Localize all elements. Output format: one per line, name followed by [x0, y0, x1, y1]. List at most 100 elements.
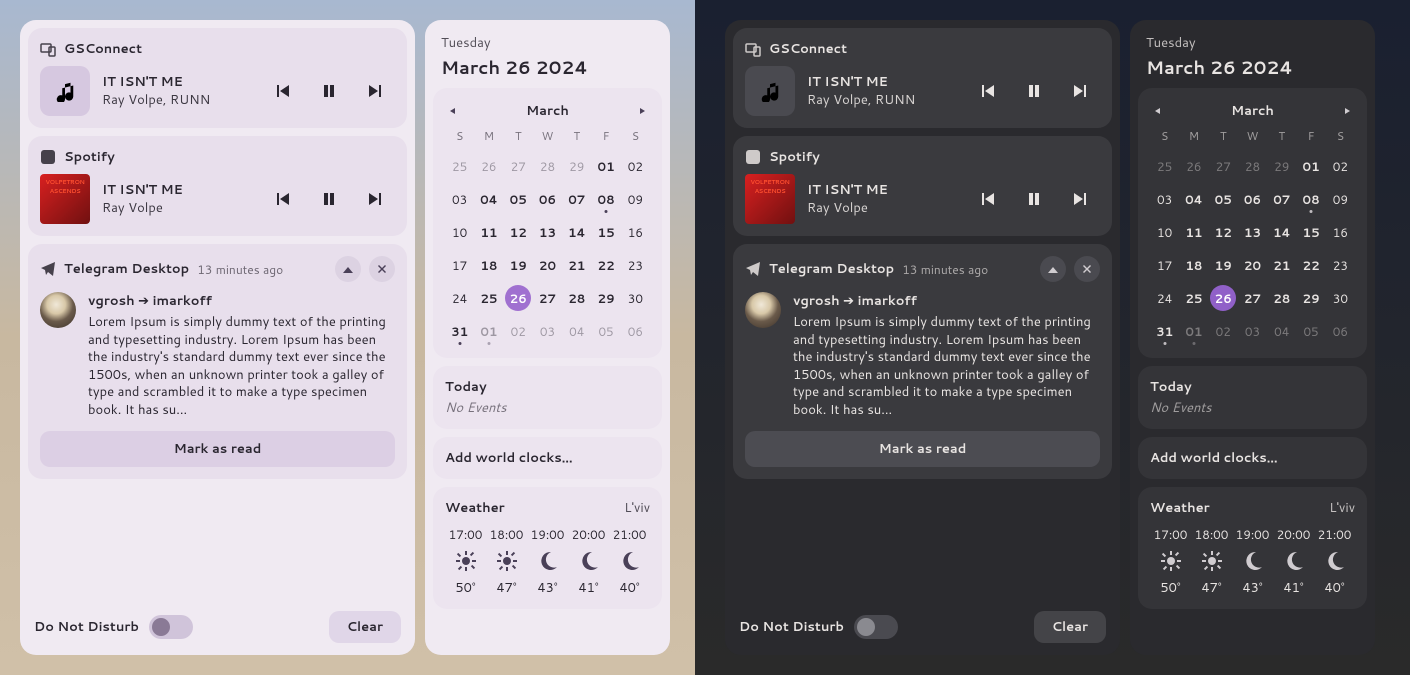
- calendar-day[interactable]: 24: [1152, 285, 1178, 311]
- calendar-day[interactable]: 04: [1181, 186, 1207, 212]
- calendar-day[interactable]: 04: [1269, 318, 1295, 344]
- calendar-day[interactable]: 14: [1269, 219, 1295, 245]
- calendar-day[interactable]: 12: [1210, 219, 1236, 245]
- calendar-day[interactable]: 13: [1239, 219, 1265, 245]
- mark-as-read-button[interactable]: Mark as read: [745, 431, 1100, 467]
- calendar-day[interactable]: 12: [505, 219, 531, 245]
- collapse-button[interactable]: [1040, 256, 1066, 282]
- calendar-day[interactable]: 02: [1327, 153, 1353, 179]
- calendar-day[interactable]: 01: [476, 318, 502, 344]
- calendar-day[interactable]: 24: [447, 285, 473, 311]
- calendar-day[interactable]: 03: [1239, 318, 1265, 344]
- calendar-day[interactable]: 29: [1298, 285, 1324, 311]
- mark-as-read-button[interactable]: Mark as read: [40, 431, 395, 467]
- calendar-day[interactable]: 22: [1298, 252, 1324, 278]
- calendar-day[interactable]: 01: [1181, 318, 1207, 344]
- calendar-day[interactable]: 09: [1327, 186, 1353, 212]
- calendar-day[interactable]: 22: [593, 252, 619, 278]
- calendar-day[interactable]: 30: [1327, 285, 1353, 311]
- next-button[interactable]: [365, 189, 385, 209]
- calendar-day[interactable]: 07: [564, 186, 590, 212]
- calendar-day[interactable]: 23: [622, 252, 648, 278]
- calendar-day[interactable]: 10: [447, 219, 473, 245]
- calendar-day[interactable]: 27: [1210, 153, 1236, 179]
- calendar-day[interactable]: 13: [534, 219, 560, 245]
- calendar-day[interactable]: 09: [622, 186, 648, 212]
- calendar-day[interactable]: 21: [1269, 252, 1295, 278]
- calendar-day[interactable]: 08: [593, 186, 619, 212]
- calendar-day[interactable]: 21: [564, 252, 590, 278]
- next-button[interactable]: [365, 81, 385, 101]
- calendar-day[interactable]: 04: [564, 318, 590, 344]
- pause-button[interactable]: [319, 81, 339, 101]
- pause-button[interactable]: [1024, 81, 1044, 101]
- calendar-day[interactable]: 29: [564, 153, 590, 179]
- close-button[interactable]: [369, 256, 395, 282]
- calendar-next-button[interactable]: [634, 103, 650, 119]
- calendar-day[interactable]: 02: [622, 153, 648, 179]
- calendar-day[interactable]: 18: [1181, 252, 1207, 278]
- calendar-prev-button[interactable]: [445, 103, 461, 119]
- calendar-day[interactable]: 20: [1239, 252, 1265, 278]
- close-button[interactable]: [1074, 256, 1100, 282]
- clear-button[interactable]: Clear: [1034, 611, 1106, 643]
- calendar-day[interactable]: 26: [476, 153, 502, 179]
- calendar-day[interactable]: 02: [1210, 318, 1236, 344]
- calendar-day[interactable]: 30: [622, 285, 648, 311]
- calendar-day[interactable]: 25: [1181, 285, 1207, 311]
- calendar-day[interactable]: 26: [1181, 153, 1207, 179]
- calendar-day[interactable]: 31: [447, 318, 473, 344]
- calendar-day[interactable]: 25: [1152, 153, 1178, 179]
- calendar-day[interactable]: 08: [1298, 186, 1324, 212]
- calendar-day[interactable]: 07: [1269, 186, 1295, 212]
- calendar-day[interactable]: 02: [505, 318, 531, 344]
- calendar-day[interactable]: 26: [1210, 285, 1236, 311]
- prev-button[interactable]: [273, 189, 293, 209]
- prev-button[interactable]: [978, 189, 998, 209]
- add-world-clocks-button[interactable]: Add world clocks…: [1138, 437, 1367, 479]
- calendar-day[interactable]: 18: [476, 252, 502, 278]
- calendar-day[interactable]: 29: [1269, 153, 1295, 179]
- calendar-day[interactable]: 19: [1210, 252, 1236, 278]
- prev-button[interactable]: [273, 81, 293, 101]
- clear-button[interactable]: Clear: [329, 611, 401, 643]
- calendar-prev-button[interactable]: [1150, 103, 1166, 119]
- calendar-day[interactable]: 06: [1239, 186, 1265, 212]
- calendar-day[interactable]: 27: [1239, 285, 1265, 311]
- prev-button[interactable]: [978, 81, 998, 101]
- calendar-day[interactable]: 05: [1210, 186, 1236, 212]
- calendar-day[interactable]: 04: [476, 186, 502, 212]
- calendar-day[interactable]: 26: [505, 285, 531, 311]
- calendar-day[interactable]: 16: [1327, 219, 1353, 245]
- calendar-day[interactable]: 27: [505, 153, 531, 179]
- calendar-day[interactable]: 28: [1239, 153, 1265, 179]
- calendar-day[interactable]: 25: [447, 153, 473, 179]
- calendar-day[interactable]: 20: [534, 252, 560, 278]
- calendar-day[interactable]: 01: [1298, 153, 1324, 179]
- calendar-day[interactable]: 06: [1327, 318, 1353, 344]
- pause-button[interactable]: [319, 189, 339, 209]
- calendar-day[interactable]: 11: [476, 219, 502, 245]
- calendar-day[interactable]: 11: [1181, 219, 1207, 245]
- calendar-day[interactable]: 05: [505, 186, 531, 212]
- calendar-day[interactable]: 17: [447, 252, 473, 278]
- calendar-day[interactable]: 05: [1298, 318, 1324, 344]
- calendar-day[interactable]: 28: [1269, 285, 1295, 311]
- dnd-toggle[interactable]: [149, 615, 193, 639]
- calendar-day[interactable]: 05: [593, 318, 619, 344]
- calendar-day[interactable]: 29: [593, 285, 619, 311]
- calendar-day[interactable]: 10: [1152, 219, 1178, 245]
- calendar-day[interactable]: 03: [1152, 186, 1178, 212]
- calendar-day[interactable]: 14: [564, 219, 590, 245]
- calendar-day[interactable]: 27: [534, 285, 560, 311]
- calendar-day[interactable]: 15: [593, 219, 619, 245]
- calendar-day[interactable]: 03: [447, 186, 473, 212]
- calendar-day[interactable]: 03: [534, 318, 560, 344]
- calendar-day[interactable]: 17: [1152, 252, 1178, 278]
- next-button[interactable]: [1070, 81, 1090, 101]
- calendar-next-button[interactable]: [1339, 103, 1355, 119]
- pause-button[interactable]: [1024, 189, 1044, 209]
- calendar-day[interactable]: 06: [622, 318, 648, 344]
- calendar-day[interactable]: 19: [505, 252, 531, 278]
- dnd-toggle[interactable]: [854, 615, 898, 639]
